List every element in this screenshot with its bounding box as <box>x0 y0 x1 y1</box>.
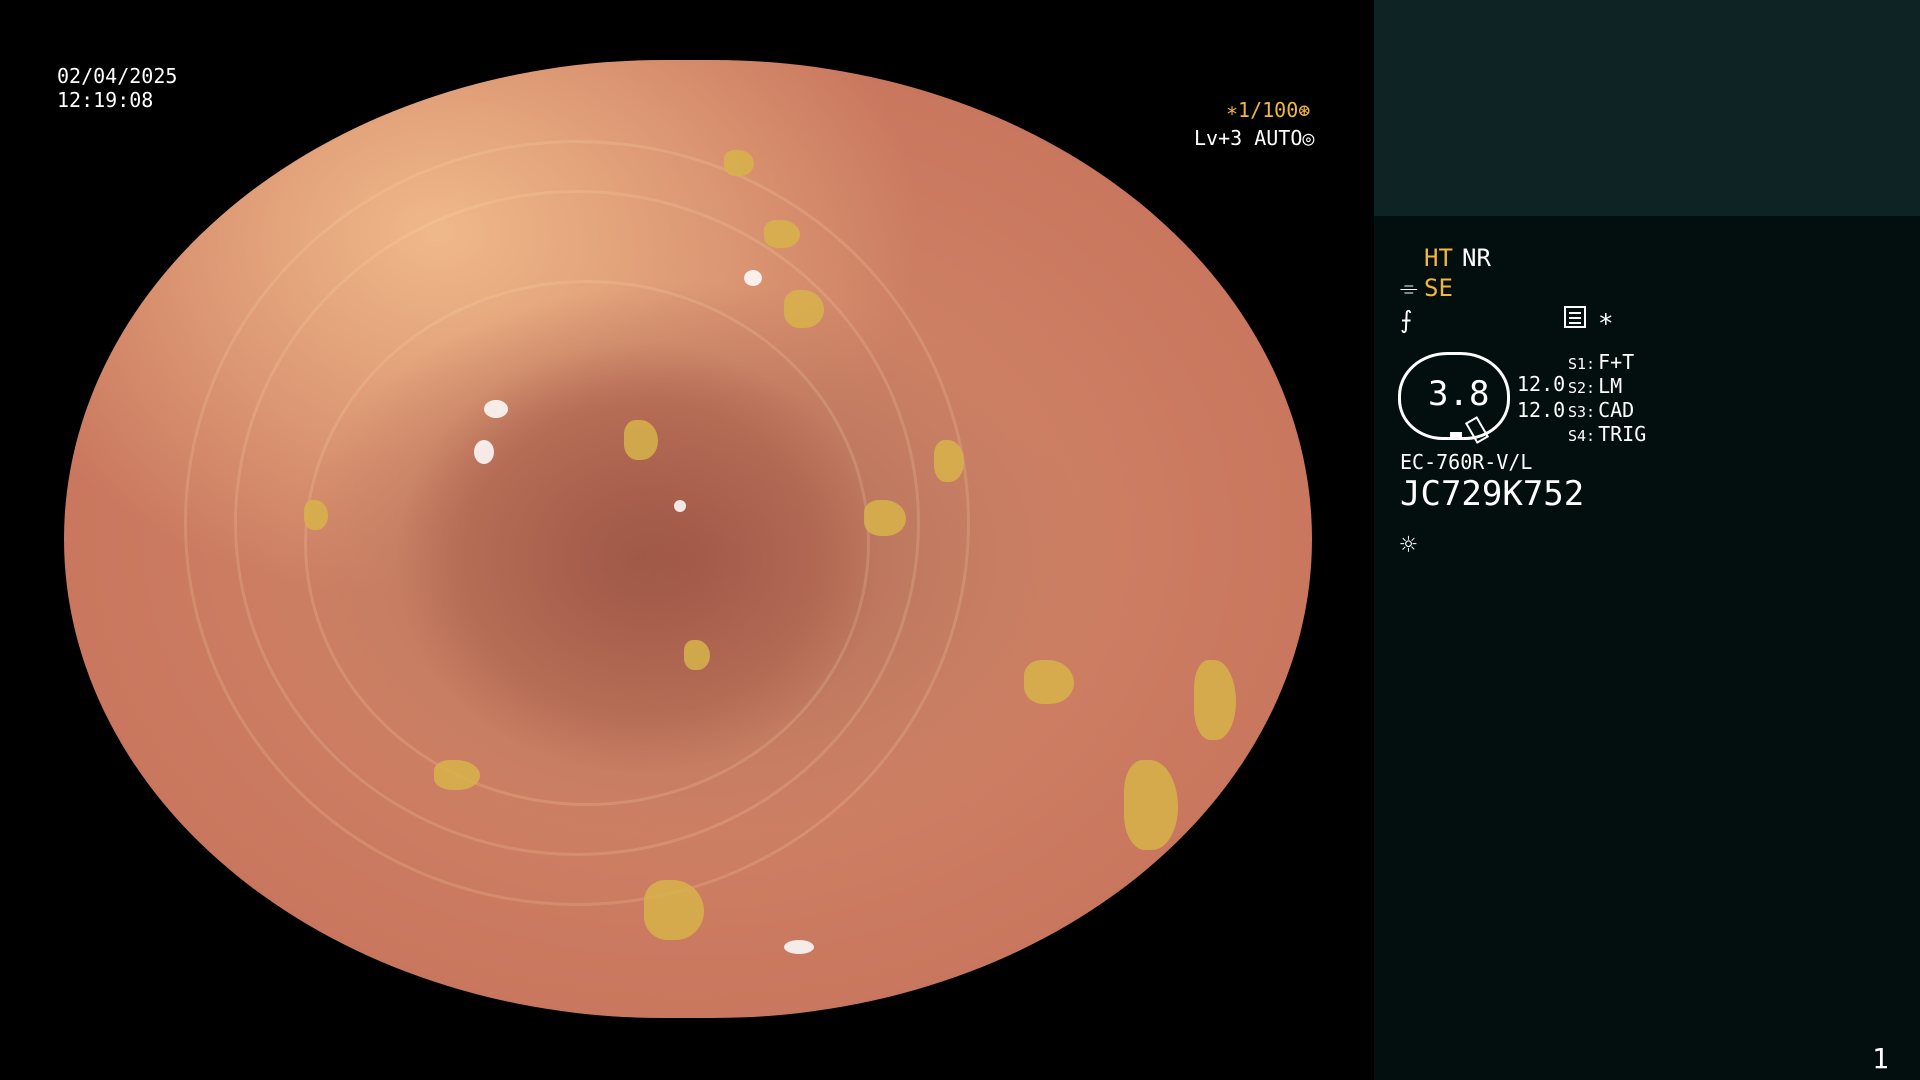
exam-time: 12:19:08 <box>57 88 154 112</box>
document-icon <box>1564 306 1586 328</box>
brightness-level: Lv+3 AUTO◎ <box>1194 126 1315 150</box>
mucosal-fold <box>304 280 870 806</box>
ht-mode: HT <box>1424 244 1453 272</box>
debris-spot <box>434 760 480 790</box>
setting-key: S4: <box>1568 427 1596 445</box>
light-reflection <box>784 940 814 954</box>
status-panel <box>1374 0 1920 1080</box>
value-2: 12.0 <box>1517 398 1566 422</box>
setting-s4: S4: TRIG <box>1568 422 1646 446</box>
nr-mode: NR <box>1462 244 1491 272</box>
debris-spot <box>1124 760 1178 850</box>
endoscopic-image <box>64 60 1312 1018</box>
fx-icon: ⨍ <box>1400 306 1413 334</box>
gauge-value: 3.8 <box>1428 374 1490 414</box>
debris-spot <box>684 640 710 670</box>
setting-value: LM <box>1598 374 1623 398</box>
scope-serial: JC729K752 <box>1400 474 1585 514</box>
setting-s2: S2: LM <box>1568 374 1622 398</box>
debris-spot <box>304 500 328 530</box>
setting-key: S2: <box>1568 379 1596 397</box>
value-1: 12.0 <box>1517 372 1566 396</box>
exam-date: 02/04/2025 <box>57 64 178 88</box>
debris-spot <box>1024 660 1074 704</box>
debris-spot <box>644 880 704 940</box>
light-reflection <box>474 440 494 464</box>
page-number: 1 <box>1872 1042 1889 1075</box>
star-indicator: ∗ <box>1598 304 1614 334</box>
status-panel-header <box>1374 0 1920 216</box>
setting-key: S1: <box>1568 355 1596 373</box>
sun-icon: ☼ <box>1400 528 1417 561</box>
zoom-indicator: ∗1/100⊛ <box>1226 98 1311 122</box>
endoscope-video-area: 02/04/2025 12:19:08 ∗1/100⊛ Lv+3 AUTO◎ <box>0 0 1374 1080</box>
setting-value: TRIG <box>1598 422 1647 446</box>
setting-value: CAD <box>1598 398 1635 422</box>
setting-key: S3: <box>1568 403 1596 421</box>
gauge-mark <box>1450 432 1462 440</box>
debris-spot <box>864 500 906 536</box>
setting-value: F+T <box>1598 350 1635 374</box>
scope-model: EC-760R-V/L <box>1400 450 1533 474</box>
debris-spot <box>764 220 800 248</box>
light-reflection <box>484 400 508 418</box>
scope-icon: ⌯ <box>1400 276 1418 301</box>
light-reflection <box>424 70 464 82</box>
debris-spot <box>1194 660 1236 740</box>
light-reflection <box>674 500 686 512</box>
debris-spot <box>784 290 824 328</box>
se-mode: SE <box>1424 274 1453 302</box>
debris-spot <box>624 420 658 460</box>
light-reflection <box>744 270 762 286</box>
setting-s3: S3: CAD <box>1568 398 1634 422</box>
debris-spot <box>724 150 754 176</box>
setting-s1: S1: F+T <box>1568 350 1634 374</box>
debris-spot <box>934 440 964 482</box>
